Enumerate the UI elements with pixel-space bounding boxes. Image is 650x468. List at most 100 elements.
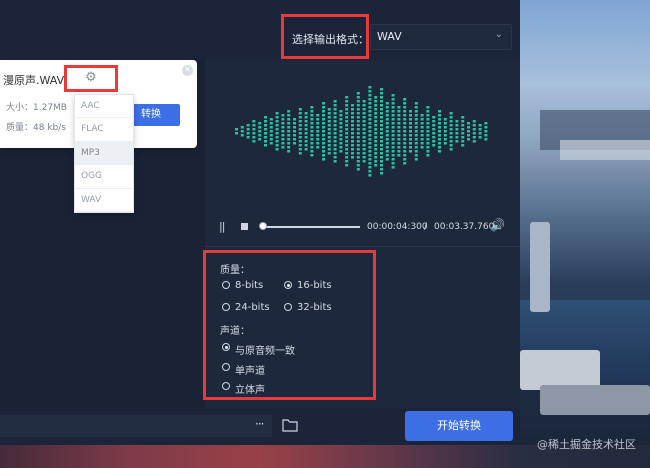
quality-radio-24bits[interactable]: 24-bits — [222, 302, 282, 314]
waveform-segment — [391, 154, 395, 157]
stop-icon[interactable] — [241, 223, 248, 230]
waveform-segment — [414, 158, 418, 161]
waveform-segment — [356, 128, 360, 131]
progress-knob[interactable] — [259, 222, 267, 230]
waveform-segment — [322, 146, 325, 149]
waveform-segment — [403, 110, 407, 113]
pause-icon[interactable]: || — [219, 220, 226, 233]
waveform-segment — [293, 126, 296, 129]
quality-radio-32bits[interactable]: 32-bits — [284, 302, 344, 314]
waveform-segment — [403, 122, 407, 125]
waveform-segment — [414, 114, 418, 117]
progress-track[interactable] — [260, 226, 360, 228]
divider — [205, 246, 520, 247]
waveform-segment — [362, 152, 366, 155]
waveform-segment — [322, 110, 325, 113]
waveform-segment — [385, 114, 389, 117]
waveform-segment — [385, 102, 389, 105]
quality-radio-16bits[interactable]: 16-bits — [284, 280, 344, 292]
waveform-segment — [246, 136, 250, 139]
waveform-segment — [449, 116, 453, 119]
waveform-segment — [426, 110, 430, 113]
waveform-segment — [397, 122, 401, 125]
waveform-segment — [287, 134, 291, 137]
more-icon[interactable]: ··· — [255, 417, 265, 431]
waveform-segment — [420, 130, 424, 133]
waveform-segment — [322, 118, 325, 121]
waveform-segment — [275, 148, 279, 151]
waveform-segment — [368, 114, 372, 117]
gear-icon[interactable]: ⚙ — [84, 71, 98, 85]
waveform-segment — [345, 132, 349, 135]
waveform-segment — [322, 158, 325, 161]
waveform-segment — [310, 154, 314, 157]
waveform-segment — [351, 104, 354, 107]
waveform-segment — [310, 122, 314, 125]
waveform-segment — [449, 128, 453, 131]
waveform-segment — [374, 96, 378, 99]
waveform-segment — [449, 136, 453, 139]
waveform-segment — [240, 130, 244, 133]
folder-icon[interactable] — [282, 418, 298, 432]
quality-radio-8bits[interactable]: 8-bits — [222, 280, 282, 292]
waveform-segment — [397, 110, 401, 113]
waveform-segment — [449, 132, 453, 135]
waveform-segment — [443, 142, 447, 145]
output-path-field[interactable] — [0, 415, 272, 437]
waveform-segment — [380, 152, 383, 155]
waveform-segment — [385, 146, 389, 149]
waveform-segment — [269, 142, 273, 145]
format-option[interactable]: OGG — [75, 165, 133, 189]
waveform-segment — [316, 126, 320, 129]
waveform-segment — [403, 114, 407, 117]
waveform-segment — [443, 134, 447, 137]
channel-radio-stereo[interactable]: 立体声 — [222, 381, 322, 396]
waveform-segment — [403, 142, 407, 145]
waveform-segment — [368, 134, 372, 137]
waveform-segment — [293, 138, 296, 141]
format-option[interactable]: FLAC — [75, 118, 133, 142]
waveform-segment — [420, 118, 424, 121]
waveform-segment — [298, 144, 302, 147]
radio-label: 24-bits — [235, 302, 270, 313]
waveform-segment — [333, 144, 337, 147]
close-icon[interactable]: × — [182, 65, 193, 76]
waveform-segment — [391, 162, 395, 165]
format-option[interactable]: WAV — [75, 189, 133, 212]
waveform-segment — [327, 116, 331, 119]
format-option[interactable]: AAC — [75, 95, 133, 119]
waveform-segment — [287, 130, 291, 133]
waveform-segment — [333, 112, 337, 115]
waveform-segment — [484, 122, 488, 125]
output-format-select[interactable]: WAV ⌄ — [370, 24, 512, 50]
waveform-segment — [409, 134, 412, 137]
waveform-segment — [380, 124, 383, 127]
volume-icon[interactable]: 🔊 — [490, 218, 505, 232]
waveform-segment — [368, 94, 372, 97]
waveform-segment — [316, 146, 320, 149]
format-option-selected[interactable]: MP3 — [75, 141, 133, 166]
waveform-segment — [391, 130, 395, 133]
total-time: 00:03.37.760 — [434, 222, 495, 232]
waveform-segment — [385, 158, 389, 161]
waveform-segment — [420, 146, 424, 149]
waveform-segment — [356, 120, 360, 123]
start-conversion-button[interactable]: 开始转换 — [405, 411, 513, 441]
channel-radio-mono[interactable]: 单声道 — [222, 362, 322, 377]
waveform-segment — [345, 160, 349, 163]
waveform-segment — [362, 100, 366, 103]
waveform-segment — [414, 138, 418, 141]
waveform-segment — [414, 122, 418, 125]
waveform-segment — [356, 160, 360, 163]
waveform-segment — [380, 160, 383, 163]
channel-radio-original[interactable]: 与原音频一致 — [222, 342, 322, 357]
waveform-segment — [316, 142, 320, 145]
waveform-segment — [397, 138, 401, 141]
waveform-segment — [362, 112, 366, 115]
waveform-segment — [339, 150, 343, 153]
waveform-segment — [298, 128, 302, 131]
waveform-segment — [287, 138, 291, 141]
waveform-segment — [385, 142, 389, 145]
waveform-segment — [362, 116, 366, 119]
waveform-segment — [380, 112, 383, 115]
